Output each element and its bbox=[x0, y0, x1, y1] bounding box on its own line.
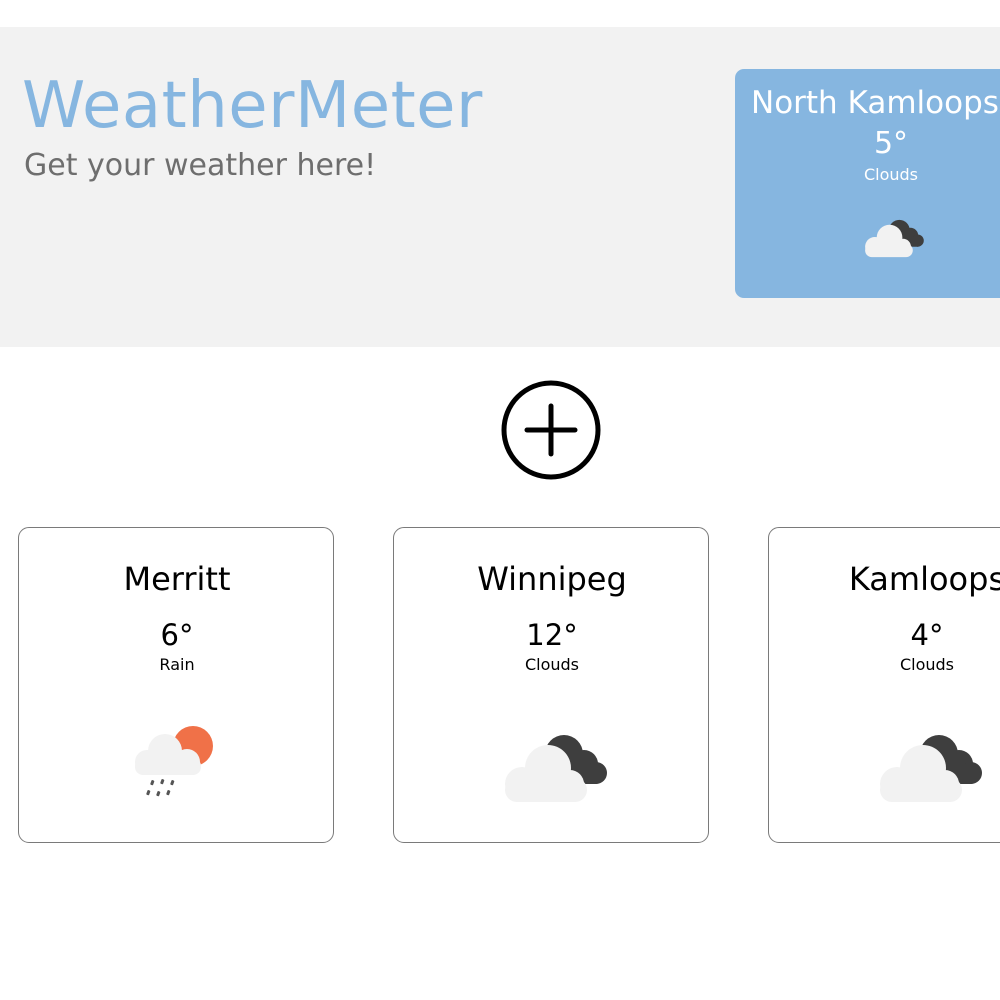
city-condition: Clouds bbox=[899, 655, 955, 674]
city-name: Winnipeg bbox=[477, 560, 627, 598]
rain-sun-icon bbox=[135, 726, 213, 797]
current-condition: Clouds bbox=[863, 165, 919, 184]
cloudy-icon bbox=[865, 219, 924, 258]
page: WeatherMeter Get your weather here! Nort… bbox=[0, 0, 1000, 1000]
city-card-kamloops[interactable]: Kamloops 4° Clouds bbox=[768, 527, 1000, 843]
app-title: WeatherMeter bbox=[22, 69, 483, 143]
city-temperature: 12° bbox=[526, 618, 578, 652]
city-card-winnipeg[interactable]: Winnipeg 12° Clouds bbox=[393, 527, 709, 843]
current-city-name: North Kamloops bbox=[751, 85, 999, 121]
city-temperature: 6° bbox=[160, 618, 194, 652]
city-name: Merritt bbox=[123, 560, 231, 598]
cloudy-icon bbox=[505, 735, 607, 802]
add-city-button[interactable] bbox=[500, 379, 602, 481]
hero-banner: WeatherMeter Get your weather here! Nort… bbox=[0, 27, 1000, 347]
current-temperature: 5° bbox=[873, 126, 909, 161]
city-temperature: 4° bbox=[910, 618, 944, 652]
app-tagline: Get your weather here! bbox=[24, 148, 377, 183]
current-location-card[interactable]: North Kamloops 5° Clouds bbox=[735, 69, 1000, 298]
city-name: Kamloops bbox=[848, 560, 1000, 598]
city-condition: Rain bbox=[159, 655, 195, 674]
city-condition: Clouds bbox=[524, 655, 580, 674]
city-card-merritt[interactable]: Merritt 6° Rain bbox=[18, 527, 334, 843]
cloudy-icon bbox=[880, 735, 982, 802]
add-circle-icon bbox=[501, 380, 601, 480]
